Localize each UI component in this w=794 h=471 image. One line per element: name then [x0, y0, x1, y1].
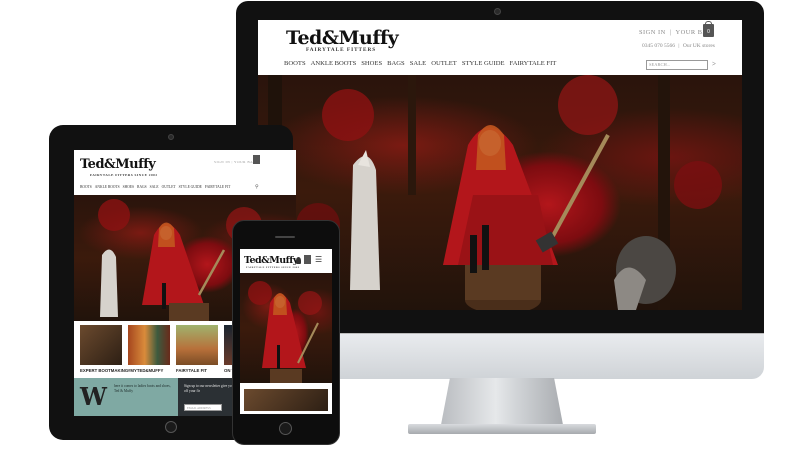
nav-shoes[interactable]: SHOES — [361, 60, 382, 67]
nav-fairytale-fit[interactable]: FAIRYTALE FIT — [510, 60, 557, 67]
feature-caption-2[interactable]: #MYTED&MUFFY — [128, 368, 163, 373]
tablet-nav-ankle-boots[interactable]: ANKLE BOOTS — [95, 185, 120, 189]
desktop-tagline: FAIRYTALE FITTERS — [306, 47, 377, 53]
phone-hero-illustration — [248, 281, 322, 383]
tablet-nav-boots[interactable]: BOOTS — [80, 185, 92, 189]
tablet-camera — [168, 134, 174, 140]
tablet-logo[interactable]: Ted&Muffy — [80, 157, 156, 172]
account-separator: | — [669, 29, 672, 36]
feature-thumb-fairytale-fit[interactable] — [176, 325, 218, 365]
desktop-nav: BOOTS ANKLE BOOTS SHOES BAGS SALE OUTLET… — [284, 60, 556, 67]
feature-thumb-bootmaking[interactable] — [80, 325, 122, 365]
promo-text: here it comes to ladies boots and shoes,… — [114, 384, 171, 394]
phone-number: 0345 070 5566 — [642, 43, 675, 49]
promo-panel: W here it comes to ladies boots and shoe… — [74, 378, 178, 416]
tablet-nav-shoes[interactable]: SHOES — [123, 185, 134, 189]
monitor-stand-base — [408, 424, 596, 434]
contact-line: 0345 070 5566 | Our UK stores — [642, 43, 715, 49]
newsletter-email-input[interactable]: EMAIL ADDRESS — [184, 404, 222, 411]
sign-in-link[interactable]: SIGN IN — [639, 29, 666, 36]
phone-tagline: FAIRYTALE FITTERS SINCE 2002 — [246, 266, 300, 269]
tablet-home-button[interactable] — [165, 421, 177, 433]
nav-sale[interactable]: SALE — [410, 60, 426, 67]
nav-boots[interactable]: BOOTS — [284, 60, 306, 67]
tablet-nav: BOOTS ANKLE BOOTS SHOES BAGS SALE OUTLET… — [80, 185, 230, 189]
search-submit-button[interactable]: > — [712, 60, 716, 68]
tablet-nav-outlet[interactable]: OUTLET — [162, 185, 176, 189]
nav-ankle-boots[interactable]: ANKLE BOOTS — [311, 60, 357, 67]
tablet-nav-sale[interactable]: SALE — [150, 185, 159, 189]
desktop-logo[interactable]: Ted&Muffy — [286, 27, 399, 49]
stores-link[interactable]: Our UK stores — [683, 43, 715, 49]
feature-caption-3[interactable]: FAIRYTALE FIT — [176, 368, 207, 373]
tablet-nav-fairytale-fit[interactable]: FAIRYTALE FIT — [205, 185, 231, 189]
monitor-stand-neck — [440, 378, 564, 430]
shopping-bag-icon[interactable]: 0 — [703, 21, 714, 37]
tablet-search-icon[interactable]: ⚲ — [255, 184, 259, 190]
nav-bags[interactable]: BAGS — [387, 60, 405, 67]
search-input[interactable]: SEARCH... — [646, 60, 708, 70]
phone-logo[interactable]: Ted&Muffy — [244, 255, 298, 266]
tablet-account-links[interactable]: SIGN IN | YOUR BAG — [214, 160, 256, 164]
phone-screen: Ted&Muffy FAIRYTALE FITTERS SINCE 2002 ☰ — [240, 249, 332, 414]
phone-hero-image[interactable] — [240, 273, 332, 383]
phone-account-icon[interactable] — [296, 257, 301, 264]
bag-count: 0 — [707, 29, 710, 35]
phone-bag-icon[interactable] — [304, 255, 311, 264]
feature-thumb-myted[interactable] — [128, 325, 170, 365]
account-links: SIGN IN | YOUR BAG — [639, 29, 713, 36]
promo-w-glyph: W — [80, 382, 107, 411]
monitor-camera — [494, 8, 501, 15]
tablet-nav-style-guide[interactable]: STYLE GUIDE — [179, 185, 202, 189]
tablet-bag-icon[interactable] — [253, 155, 260, 164]
desktop-header: Ted&Muffy FAIRYTALE FITTERS SIGN IN | YO… — [258, 20, 742, 75]
phone-menu-icon[interactable]: ☰ — [315, 256, 322, 264]
phone-home-button[interactable] — [279, 422, 292, 435]
feature-caption-1[interactable]: EXPERT BOOTMAKING — [80, 368, 128, 373]
nav-style-guide[interactable]: STYLE GUIDE — [462, 60, 505, 67]
nav-outlet[interactable]: OUTLET — [431, 60, 457, 67]
tablet-nav-bags[interactable]: BAGS — [137, 185, 147, 189]
phone-feature-thumb[interactable] — [244, 389, 328, 411]
tablet-tagline: FAIRYTALE FITTERS SINCE 2002 — [90, 173, 158, 177]
phone-speaker — [275, 236, 295, 238]
